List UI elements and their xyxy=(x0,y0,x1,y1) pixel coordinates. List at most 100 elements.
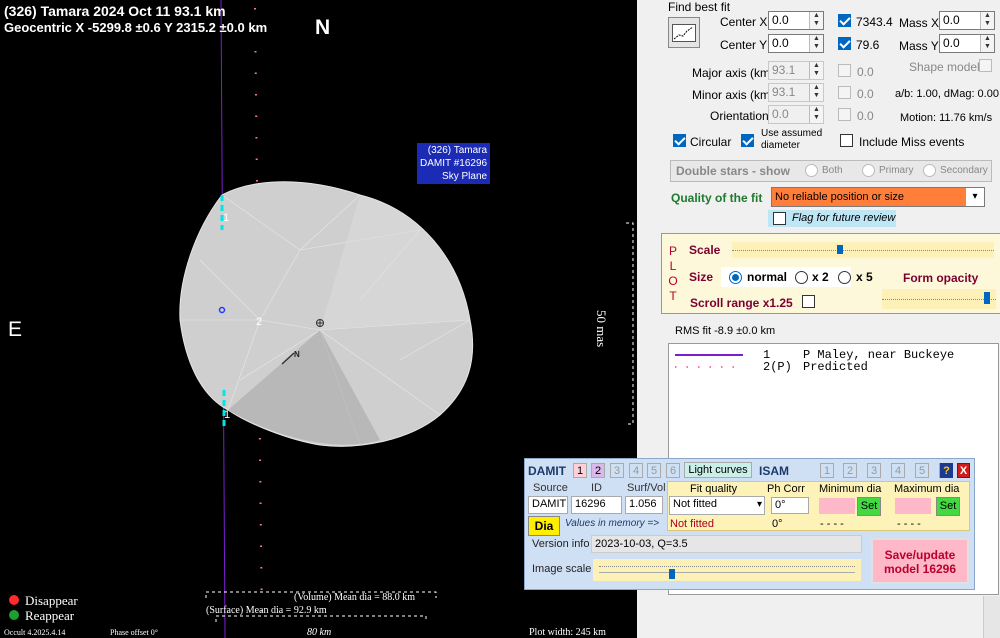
damit-tab-5[interactable]: 5 xyxy=(647,463,661,478)
size-x5-radio[interactable] xyxy=(838,271,851,284)
chord-label-start: 1 xyxy=(223,212,230,224)
scrollbar[interactable] xyxy=(983,596,1000,638)
center-y-result: 79.6 xyxy=(856,38,880,52)
spin-arrows-icon[interactable]: ▲ ▼ xyxy=(809,12,823,29)
minor-axis-checkbox[interactable] xyxy=(838,86,851,99)
spin-arrows-icon[interactable]: ▲ ▼ xyxy=(809,62,823,79)
close-icon[interactable]: X xyxy=(957,463,970,478)
orientation-input[interactable]: 0.0 ▲ ▼ xyxy=(768,105,824,124)
size-x5-label: x 5 xyxy=(856,270,873,284)
mass-x-label: Mass X xyxy=(899,16,940,30)
image-scale-slider[interactable] xyxy=(593,559,861,581)
values-in-memory-label: Values in memory => xyxy=(565,518,660,529)
scroll-range-checkbox[interactable] xyxy=(802,295,815,308)
isam-tab-1[interactable]: 1 xyxy=(820,463,834,478)
major-axis-label: Major axis (km) xyxy=(692,66,775,80)
mass-y-input[interactable]: 0.0 ▲ ▼ xyxy=(939,34,995,53)
ph-corr-header: Ph Corr xyxy=(767,483,805,495)
isam-tab-3[interactable]: 3 xyxy=(867,463,881,478)
max-dia-field[interactable] xyxy=(895,498,931,514)
center-x-value: 0.0 xyxy=(772,13,789,27)
source-field: DAMIT xyxy=(528,496,568,514)
observer-name: Predicted xyxy=(803,360,868,374)
double-stars-label: Double stars - show xyxy=(676,164,791,178)
spin-arrows-icon[interactable]: ▲ ▼ xyxy=(809,106,823,123)
orientation-label: Orientation xyxy=(710,109,769,123)
spin-arrows-icon[interactable]: ▲ ▼ xyxy=(809,84,823,101)
chevron-down-icon[interactable]: ▾ xyxy=(757,499,762,510)
use-assumed-checkbox[interactable] xyxy=(741,134,754,147)
dia-button[interactable]: Dia xyxy=(528,516,560,536)
circular-checkbox[interactable] xyxy=(673,134,686,147)
north-label: N xyxy=(315,16,331,39)
save-update-model-button[interactable]: Save/update model 16296 xyxy=(871,538,969,584)
image-scale-slider-thumb[interactable] xyxy=(669,569,675,579)
shape-model-checkbox[interactable] xyxy=(979,59,992,72)
max-dia-set-button[interactable]: Set xyxy=(936,497,960,516)
damit-tab-2[interactable]: 2 xyxy=(591,463,605,478)
form-opacity-slider[interactable] xyxy=(882,289,996,309)
both-radio[interactable] xyxy=(805,164,818,177)
spin-arrows-icon[interactable]: ▲ ▼ xyxy=(980,35,994,52)
scale-slider[interactable] xyxy=(732,242,994,258)
major-axis-input[interactable]: 93.1 ▲ ▼ xyxy=(768,61,824,80)
spin-arrows-icon[interactable]: ▲ ▼ xyxy=(980,12,994,29)
minor-axis-label: Minor axis (km) xyxy=(692,88,775,102)
help-icon[interactable]: ? xyxy=(940,463,953,478)
center-x-checkbox[interactable] xyxy=(838,14,851,27)
mass-x-input[interactable]: 0.0 ▲ ▼ xyxy=(939,11,995,30)
scale-slider-thumb[interactable] xyxy=(837,245,843,254)
damit-tab-1[interactable]: 1 xyxy=(573,463,587,478)
form-opacity-slider-thumb[interactable] xyxy=(984,292,990,304)
rms-fit-label: RMS fit -8.9 ±0.0 km xyxy=(675,325,776,337)
model-damit-id: DAMIT #16296 xyxy=(420,158,488,169)
secondary-radio[interactable] xyxy=(923,164,936,177)
fit-values-group: Fit quality Ph Corr Minimum dia Maximum … xyxy=(667,481,970,531)
center-y-input[interactable]: 0.0 ▲ ▼ xyxy=(768,34,824,53)
major-axis-checkbox[interactable] xyxy=(838,64,851,77)
isam-tab-2[interactable]: 2 xyxy=(843,463,857,478)
damit-tab-4[interactable]: 4 xyxy=(629,463,643,478)
damit-tab-6[interactable]: 6 xyxy=(666,463,680,478)
find-best-fit-label: Find best fit xyxy=(668,0,731,14)
include-miss-checkbox[interactable] xyxy=(840,134,853,147)
version-info-label: Version info xyxy=(532,538,590,550)
light-curves-button[interactable]: Light curves xyxy=(684,462,752,478)
orientation-checkbox[interactable] xyxy=(838,108,851,121)
fit-quality-value: Not fitted xyxy=(673,498,718,510)
center-x-input[interactable]: 0.0 ▲ ▼ xyxy=(768,11,824,30)
secondary-label: Secondary xyxy=(940,165,988,176)
orientation-result: 0.0 xyxy=(857,109,874,123)
isam-tab-5[interactable]: 5 xyxy=(915,463,929,478)
isam-tab-4[interactable]: 4 xyxy=(891,463,905,478)
size-normal-radio[interactable] xyxy=(729,271,742,284)
reappear-dot xyxy=(9,610,19,620)
flag-review-checkbox[interactable] xyxy=(773,212,786,225)
center-y-checkbox[interactable] xyxy=(838,37,851,50)
min-dia-set-button[interactable]: Set xyxy=(857,497,881,516)
size-x2-radio[interactable] xyxy=(795,271,808,284)
damit-title: DAMIT xyxy=(528,464,566,478)
chord-label-end: 1 xyxy=(224,409,231,421)
find-best-fit-button[interactable] xyxy=(668,17,700,48)
fit-quality-select[interactable]: Not fitted ▾ xyxy=(669,496,765,515)
model-label-box: (326) Tamara DAMIT #16296 Sky Plane xyxy=(417,143,491,184)
disappear-dot xyxy=(9,595,19,605)
plot-letter: O xyxy=(668,274,678,288)
spin-arrows-icon[interactable]: ▲ ▼ xyxy=(809,35,823,52)
major-axis-result: 0.0 xyxy=(857,65,874,79)
minor-axis-input[interactable]: 93.1 ▲ ▼ xyxy=(768,83,824,102)
quality-dropdown[interactable]: No reliable position or size ▾ xyxy=(771,187,985,207)
min-dia-field[interactable] xyxy=(819,498,855,514)
primary-radio[interactable] xyxy=(862,164,875,177)
ph-corr-field[interactable]: 0° xyxy=(771,497,809,514)
minor-axis-result: 0.0 xyxy=(857,87,874,101)
chevron-down-icon[interactable]: ▾ xyxy=(966,188,984,206)
east-label: E xyxy=(8,318,23,341)
curve-fit-icon xyxy=(672,24,696,42)
plot-controls-group: P L O T Scale Size normal x 2 x 5 Form o… xyxy=(661,233,1000,314)
chord-label-predicted: 2 xyxy=(256,316,263,328)
damit-tab-3[interactable]: 3 xyxy=(610,463,624,478)
size-x2-label: x 2 xyxy=(812,270,829,284)
image-scale-label: Image scale xyxy=(532,563,592,575)
